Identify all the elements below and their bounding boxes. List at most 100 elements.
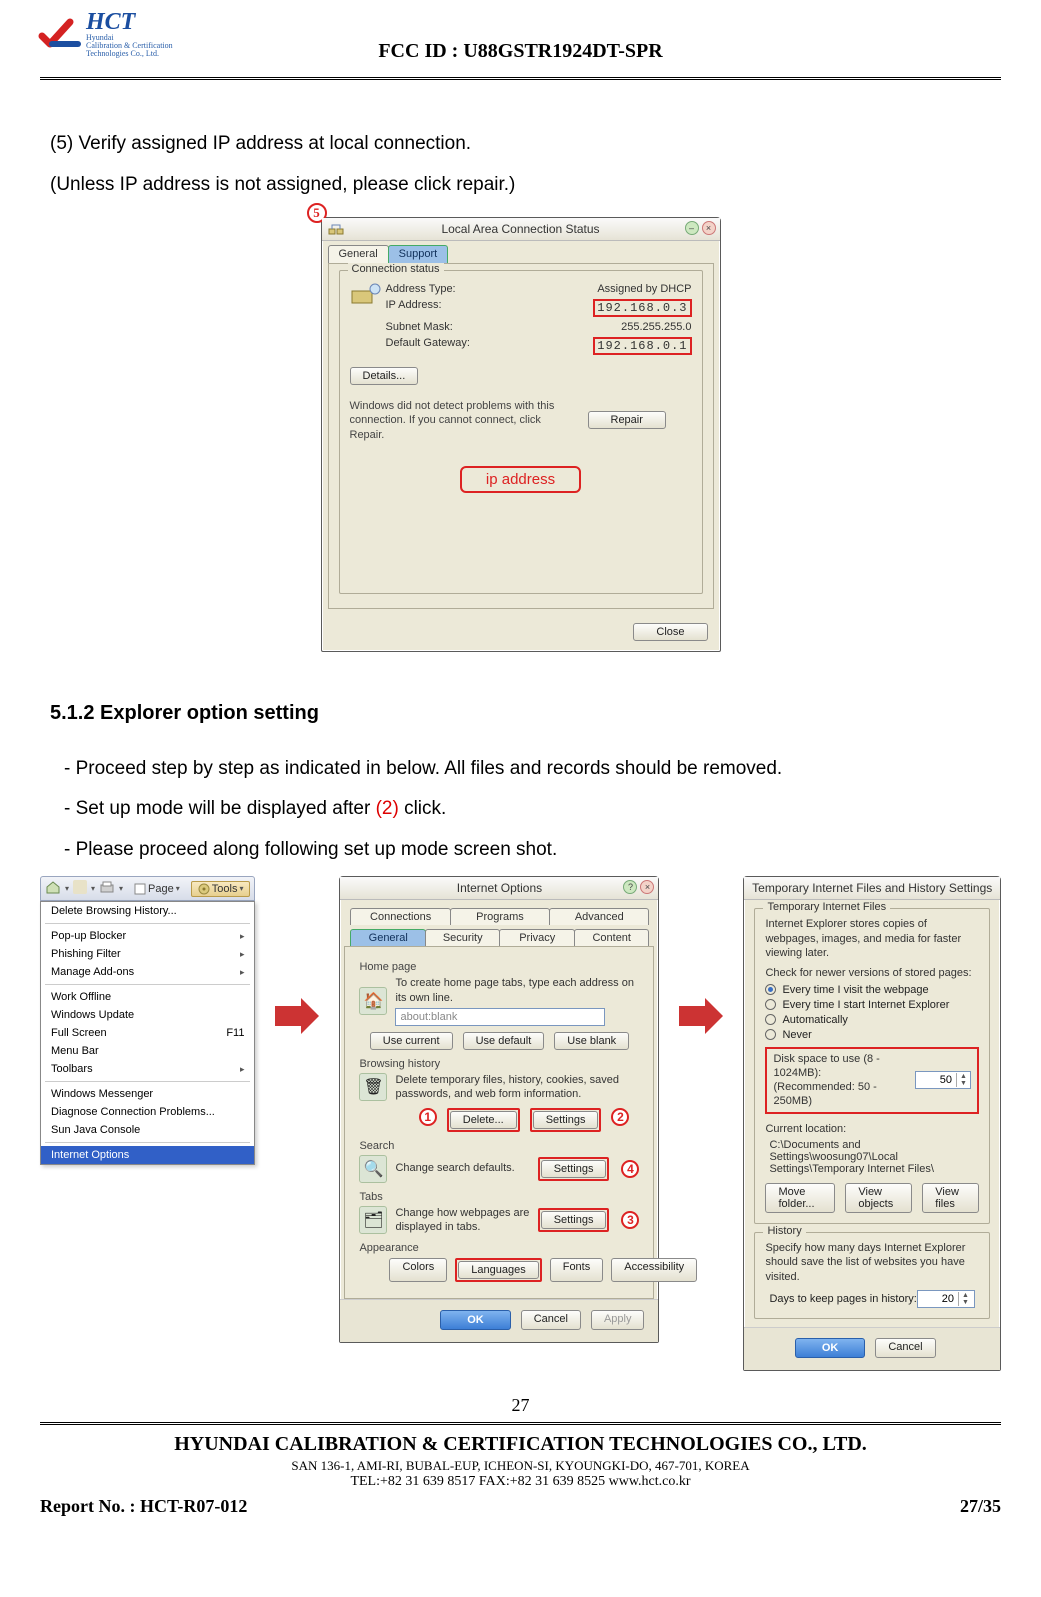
page-of-total: 27/35 xyxy=(960,1496,1001,1517)
ok-button[interactable]: OK xyxy=(795,1338,866,1358)
temp-files-dialog: Temporary Internet Files and History Set… xyxy=(743,876,1001,1371)
use-current-button[interactable]: Use current xyxy=(370,1032,453,1050)
current-location-path: C:\Documents and Settings\woosung07\Loca… xyxy=(769,1139,979,1175)
home-page-label: Home page xyxy=(359,961,639,973)
tools-dropdown[interactable]: Tools▾ xyxy=(191,881,251,897)
use-default-button[interactable]: Use default xyxy=(463,1032,545,1050)
disk-space-spinner[interactable]: ▲▼ xyxy=(915,1071,971,1089)
logo-name: HCT xyxy=(86,10,173,34)
home-page-input[interactable] xyxy=(395,1008,605,1026)
network-icon xyxy=(328,222,344,236)
feed-icon[interactable] xyxy=(73,880,87,897)
menu-phishing-filter[interactable]: Phishing Filter▸ xyxy=(41,945,254,963)
colors-button[interactable]: Colors xyxy=(389,1258,447,1282)
page-number: 27 xyxy=(40,1395,1001,1416)
repair-button[interactable]: Repair xyxy=(588,411,666,429)
tab-programs[interactable]: Programs xyxy=(450,908,550,925)
settings-search-button[interactable]: Settings xyxy=(541,1160,607,1178)
details-button[interactable]: Details... xyxy=(350,367,419,385)
search-label: Search xyxy=(359,1140,639,1152)
gateway-value: 192.168.0.1 xyxy=(593,337,691,355)
settings-tabs-button[interactable]: Settings xyxy=(541,1211,607,1229)
ip-address-value: 192.168.0.3 xyxy=(593,299,691,317)
home-icon[interactable] xyxy=(45,880,61,897)
tools-menu: Delete Browsing History... Pop-up Blocke… xyxy=(40,901,255,1165)
close-icon[interactable]: × xyxy=(702,221,716,235)
languages-button[interactable]: Languages xyxy=(458,1261,538,1279)
bullet-1: - Proceed step by step as indicated in b… xyxy=(64,755,991,784)
delete-button[interactable]: Delete... xyxy=(450,1111,517,1129)
logo-text: HCT Hyundai Calibration & Certification … xyxy=(86,10,173,58)
minimize-icon[interactable]: – xyxy=(685,221,699,235)
arrow-right-icon xyxy=(677,996,725,1036)
tab-connections[interactable]: Connections xyxy=(350,908,450,925)
history-days-spinner[interactable]: ▲▼ xyxy=(917,1290,975,1308)
page-footer: HYUNDAI CALIBRATION & CERTIFICATION TECH… xyxy=(40,1422,1001,1517)
tab-advanced[interactable]: Advanced xyxy=(549,908,649,925)
tab-general[interactable]: General xyxy=(328,245,389,263)
radio-every-visit[interactable]: Every time I visit the webpage xyxy=(765,984,979,996)
status-dialog-title: Local Area Connection Status – × xyxy=(322,218,720,241)
use-blank-button[interactable]: Use blank xyxy=(554,1032,629,1050)
move-folder-button[interactable]: Move folder... xyxy=(765,1183,835,1213)
ok-button[interactable]: OK xyxy=(440,1310,511,1330)
callout-1: 1 xyxy=(419,1108,437,1126)
close-button[interactable]: Close xyxy=(633,623,707,641)
footer-company: HYUNDAI CALIBRATION & CERTIFICATION TECH… xyxy=(40,1433,1001,1456)
menu-full-screen[interactable]: Full ScreenF11 xyxy=(41,1024,254,1042)
home-icon: 🏠 xyxy=(359,987,387,1015)
apply-button[interactable]: Apply xyxy=(591,1310,645,1330)
menu-toolbars[interactable]: Toolbars▸ xyxy=(41,1060,254,1078)
tab-support[interactable]: Support xyxy=(388,245,449,263)
menu-sun-java[interactable]: Sun Java Console xyxy=(41,1121,254,1139)
close-icon[interactable]: × xyxy=(640,880,654,894)
para-5: (5) Verify assigned IP address at local … xyxy=(50,130,991,159)
view-objects-button[interactable]: View objects xyxy=(845,1183,912,1213)
search-icon: 🔍 xyxy=(359,1155,387,1183)
tab-privacy[interactable]: Privacy xyxy=(499,929,575,946)
fcc-id-header: FCC ID : U88GSTR1924DT-SPR xyxy=(40,40,1001,63)
print-icon[interactable] xyxy=(99,880,115,897)
settings-history-button[interactable]: Settings xyxy=(533,1111,599,1129)
radio-never[interactable]: Never xyxy=(765,1029,979,1041)
logo-checkmark-icon xyxy=(40,18,80,50)
help-icon[interactable]: ? xyxy=(623,880,637,894)
report-no: Report No. : HCT-R07-012 xyxy=(40,1496,247,1517)
ip-address-label: ip address xyxy=(460,466,581,493)
radio-auto[interactable]: Automatically xyxy=(765,1014,979,1026)
menu-windows-update[interactable]: Windows Update xyxy=(41,1006,254,1024)
menu-delete-history[interactable]: Delete Browsing History... xyxy=(41,902,254,920)
menu-popup-blocker[interactable]: Pop-up Blocker▸ xyxy=(41,927,254,945)
bullet-3: - Please proceed along following set up … xyxy=(64,836,991,865)
tabs-label: Tabs xyxy=(359,1191,639,1203)
callout-2: 2 xyxy=(611,1108,629,1126)
menu-manage-addons[interactable]: Manage Add-ons▸ xyxy=(41,963,254,981)
menu-diagnose-connection[interactable]: Diagnose Connection Problems... xyxy=(41,1103,254,1121)
repair-note: Windows did not detect problems with thi… xyxy=(350,399,570,442)
adapter-icon xyxy=(350,283,380,310)
cancel-button[interactable]: Cancel xyxy=(521,1310,581,1330)
cancel-button[interactable]: Cancel xyxy=(875,1338,935,1358)
menu-internet-options[interactable]: Internet Options xyxy=(41,1146,254,1164)
radio-every-start[interactable]: Every time I start Internet Explorer xyxy=(765,999,979,1011)
tab-content[interactable]: Content xyxy=(574,929,650,946)
tab-security[interactable]: Security xyxy=(425,929,501,946)
view-files-button[interactable]: View files xyxy=(922,1183,979,1213)
internet-options-title: Internet Options ? × xyxy=(340,877,658,900)
menu-windows-messenger[interactable]: Windows Messenger xyxy=(41,1085,254,1103)
callout-3: 3 xyxy=(621,1211,639,1229)
tab-general[interactable]: General xyxy=(350,929,426,946)
history-icon: 🗑 xyxy=(359,1073,387,1101)
page-dropdown[interactable]: Page▾ xyxy=(127,881,187,897)
para-5b: (Unless IP address is not assigned, plea… xyxy=(50,171,991,200)
callout-4: 4 xyxy=(621,1160,639,1178)
menu-menu-bar[interactable]: Menu Bar xyxy=(41,1042,254,1060)
header-rule xyxy=(40,77,1001,80)
fonts-button[interactable]: Fonts xyxy=(550,1258,604,1282)
accessibility-button[interactable]: Accessibility xyxy=(611,1258,697,1282)
bullet-2: - Set up mode will be displayed after (2… xyxy=(64,795,991,824)
footer-contact: TEL:+82 31 639 8517 FAX:+82 31 639 8525 … xyxy=(40,1474,1001,1490)
menu-work-offline[interactable]: Work Offline xyxy=(41,988,254,1006)
arrow-right-icon xyxy=(273,996,321,1036)
footer-address: SAN 136-1, AMI-RI, BUBAL-EUP, ICHEON-SI,… xyxy=(40,1458,1001,1474)
